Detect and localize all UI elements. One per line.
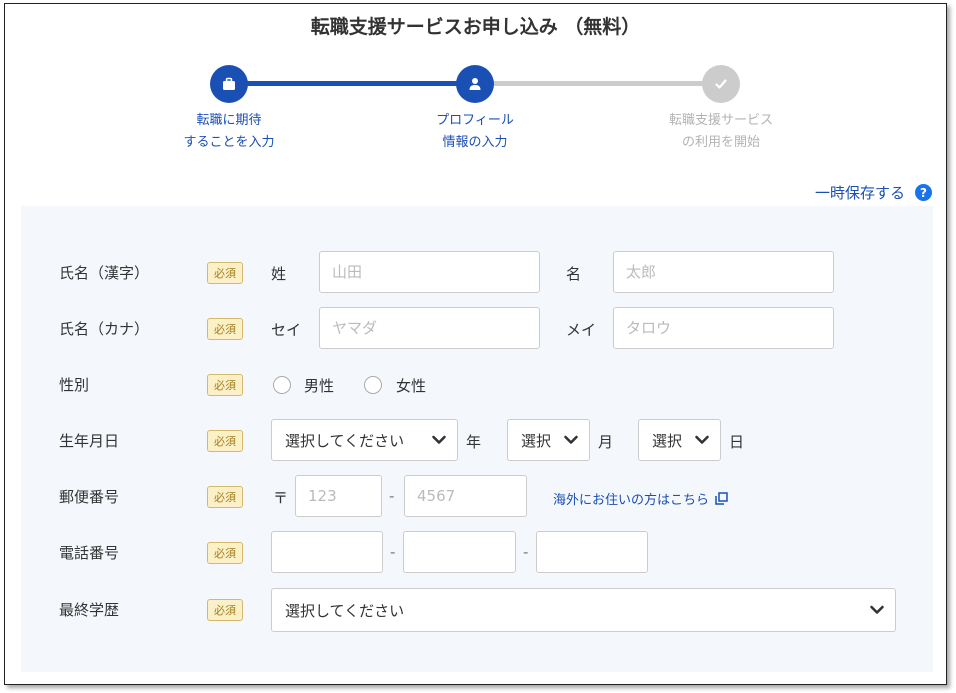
profile-form: 氏名（漢字） 必須 姓 名 氏名（カナ） 必須 セイ メイ 性別 必須 男性 女… — [21, 206, 933, 672]
check-icon — [715, 79, 727, 89]
briefcase-icon — [223, 77, 235, 90]
gender-label: 性別 — [59, 376, 90, 394]
first-name-kanji-input[interactable] — [613, 251, 834, 293]
phone-part3-input[interactable] — [536, 531, 648, 573]
last-name-kanji-input[interactable] — [319, 251, 540, 293]
postal-code-part2-input[interactable] — [404, 475, 527, 517]
chevron-down-icon — [564, 435, 578, 444]
step-3-circle — [702, 65, 740, 103]
required-badge: 必須 — [207, 318, 243, 340]
birth-year-select[interactable]: 選択してください — [271, 419, 458, 461]
birth-month-select[interactable]: 選択 — [507, 419, 590, 461]
gender-male-radio[interactable] — [273, 376, 291, 394]
last-name-kana-input[interactable] — [319, 307, 540, 349]
required-badge: 必須 — [207, 486, 243, 508]
year-unit: 年 — [466, 433, 482, 451]
save-draft: 一時保存する ? — [815, 182, 932, 203]
phone-separator: - — [390, 543, 396, 561]
help-icon[interactable]: ? — [915, 184, 932, 201]
postal-code-label: 郵便番号 — [59, 488, 120, 506]
save-draft-link[interactable]: 一時保存する — [815, 182, 905, 203]
day-unit: 日 — [729, 433, 745, 451]
chevron-down-icon — [870, 605, 884, 614]
birthdate-label: 生年月日 — [59, 432, 120, 450]
progress-line-complete — [229, 81, 475, 86]
chevron-down-icon — [695, 435, 709, 444]
month-unit: 月 — [598, 433, 614, 451]
phone-label: 電話番号 — [59, 544, 120, 562]
postal-separator: - — [389, 487, 395, 505]
phone-separator: - — [523, 543, 529, 561]
step-2-label: プロフィール 情報の入力 — [436, 113, 514, 150]
name-kana-label: 氏名（カナ） — [59, 320, 150, 338]
first-name-kana-label: メイ — [566, 321, 597, 339]
required-badge: 必須 — [207, 599, 243, 621]
name-kanji-label: 氏名（漢字） — [59, 264, 150, 282]
first-name-label: 名 — [566, 265, 582, 283]
step-2-circle — [456, 65, 494, 103]
education-label: 最終学歴 — [59, 601, 120, 619]
phone-part1-input[interactable] — [271, 531, 383, 573]
postal-code-part1-input[interactable] — [295, 475, 382, 517]
required-badge: 必須 — [207, 262, 243, 284]
page-title: 転職支援サービスお申し込み （無料） — [310, 16, 641, 38]
step-1-label: 転職に期待 することを入力 — [183, 113, 275, 150]
postal-symbol: 〒 — [273, 489, 289, 507]
person-icon — [469, 78, 481, 90]
step-1-circle — [210, 65, 248, 103]
phone-part2-input[interactable] — [403, 531, 516, 573]
chevron-down-icon — [432, 435, 446, 444]
external-window-icon — [715, 492, 728, 505]
required-badge: 必須 — [207, 542, 243, 564]
step-3-label: 転職支援サービス の利用を開始 — [668, 113, 773, 150]
required-badge: 必須 — [207, 374, 243, 396]
last-name-label: 姓 — [271, 265, 287, 283]
overseas-residence-link[interactable]: 海外にお住いの方はこちら — [553, 489, 728, 508]
gender-male-label[interactable]: 男性 — [304, 375, 334, 396]
first-name-kana-input[interactable] — [613, 307, 834, 349]
last-name-kana-label: セイ — [271, 321, 302, 339]
gender-female-radio[interactable] — [364, 376, 382, 394]
progress-line-pending — [475, 81, 721, 86]
application-window: 転職支援サービスお申し込み （無料） 転職に期待 することを入力 プロフィール … — [4, 3, 947, 685]
gender-female-label[interactable]: 女性 — [396, 375, 426, 396]
education-select[interactable]: 選択してください — [271, 588, 896, 632]
required-badge: 必須 — [207, 430, 243, 452]
birth-day-select[interactable]: 選択 — [638, 419, 721, 461]
